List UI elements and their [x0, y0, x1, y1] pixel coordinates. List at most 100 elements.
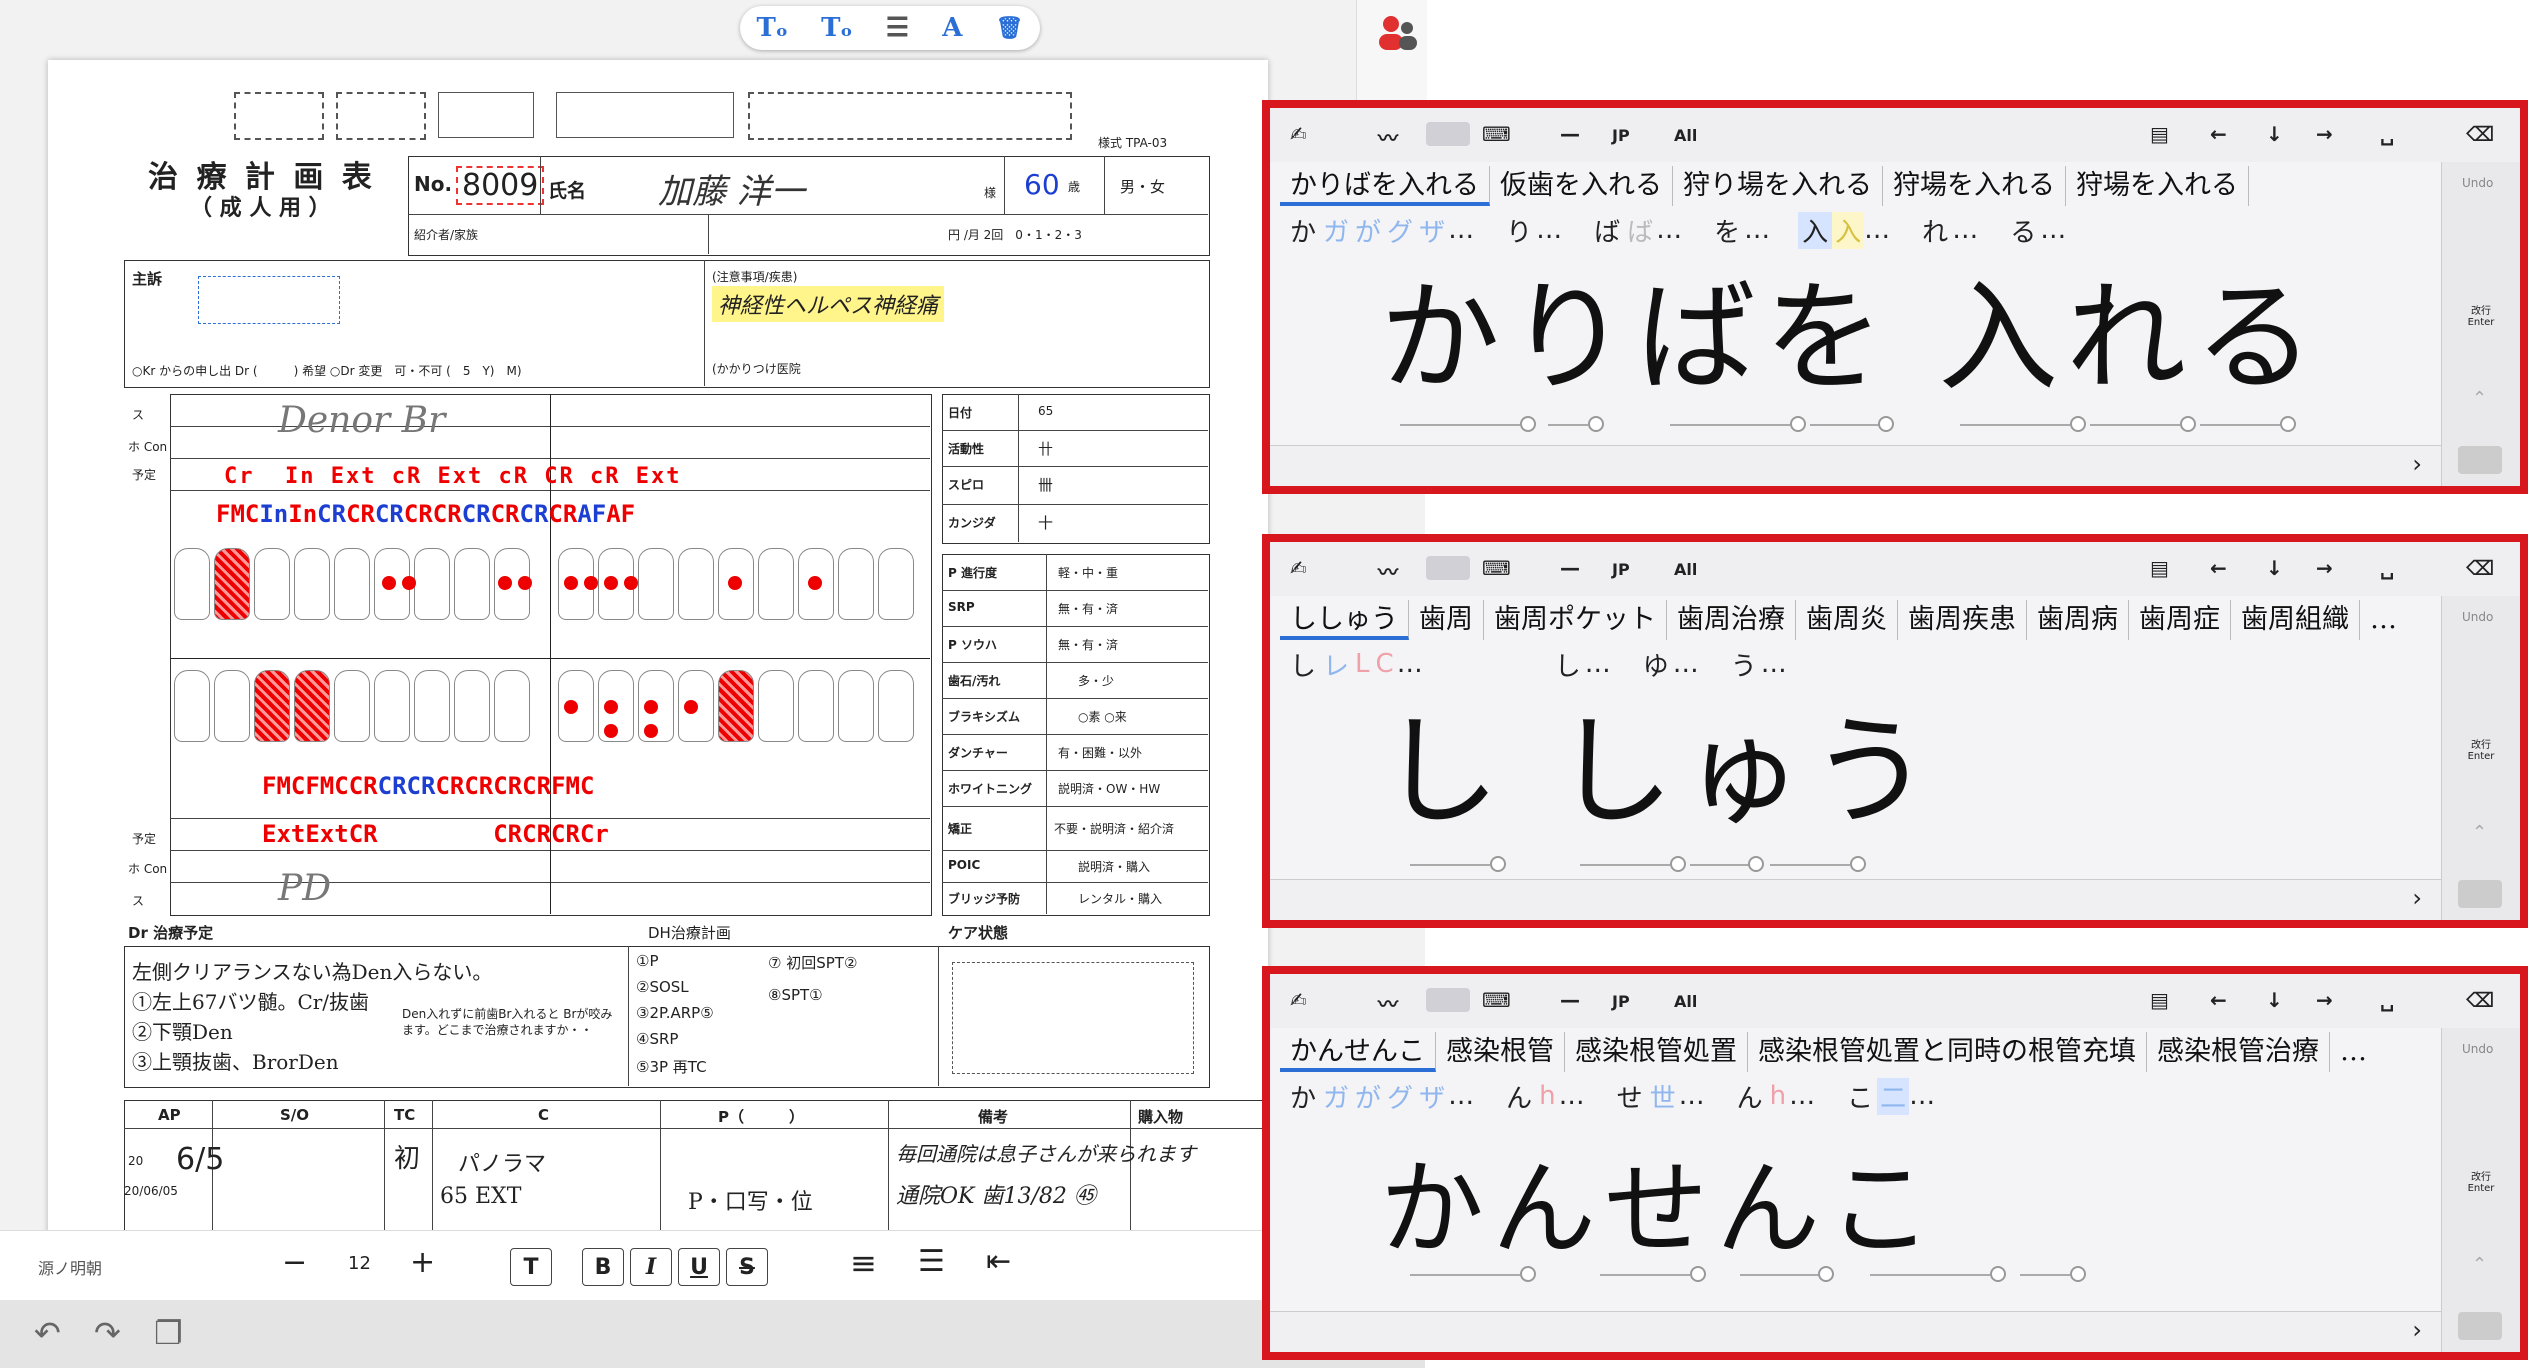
tooth[interactable] [294, 548, 330, 620]
tooth[interactable] [678, 548, 714, 620]
candidate[interactable]: 感染根管治療 [2147, 1032, 2330, 1072]
trash-icon[interactable]: 🗑 [995, 15, 1023, 41]
log-cell[interactable]: 初 [394, 1138, 420, 1175]
handwriting-mode-icon[interactable]: ✍ [1290, 556, 1307, 580]
redo-icon[interactable]: ↷ [94, 1314, 121, 1352]
char-option[interactable]: レ [1320, 646, 1352, 683]
patient-name[interactable]: 加藤 洋一 [658, 164, 805, 213]
plan-line[interactable]: ③上顎抜歯、BrorDen [132, 1046, 339, 1075]
space-icon[interactable]: ␣ [2380, 556, 2394, 580]
patient-number[interactable]: 8009 [456, 166, 545, 205]
font-size-decrease-button[interactable]: − [282, 1245, 307, 1280]
more-icon[interactable]: … [1789, 1081, 1815, 1111]
sex-select[interactable]: 男・女 [1120, 176, 1165, 197]
char-option[interactable]: 世 [1647, 1078, 1679, 1115]
tooth[interactable] [294, 670, 330, 742]
backspace-icon[interactable]: ⌫ [2466, 556, 2494, 580]
jp-toggle[interactable]: JP [1612, 560, 1630, 579]
candidate[interactable]: 狩り場を入れる [1673, 166, 1883, 206]
char-option[interactable]: ガ [1320, 1078, 1352, 1115]
tooth[interactable] [174, 548, 210, 620]
log-cell[interactable]: P・口写・位 [688, 1184, 813, 1216]
text-style-button[interactable]: T [510, 1248, 552, 1286]
stroke-mode-icon[interactable]: 〰 [1378, 122, 1398, 151]
arrow-right-icon[interactable]: → [2316, 122, 2333, 146]
tooth[interactable] [254, 548, 290, 620]
dh-item[interactable]: ⑦ 初回SPT② [768, 952, 857, 973]
char-option[interactable]: グ [1384, 1078, 1416, 1115]
candidate[interactable]: 歯周組織 [2231, 600, 2360, 640]
arrow-right-icon[interactable]: → [2316, 988, 2333, 1012]
dh-item[interactable]: ②SOSL [636, 978, 689, 996]
chevron-right-icon[interactable]: › [2412, 1316, 2422, 1344]
candidate[interactable]: 歯周症 [2129, 600, 2231, 640]
arrow-down-icon[interactable]: ↓ [2266, 988, 2283, 1012]
log-cell[interactable]: 毎回通院は息子さんが来られます [896, 1138, 1196, 1167]
log-cell[interactable]: 通院OK 歯13/82 ㊺ [896, 1178, 1096, 1210]
scroll-up-icon[interactable]: ⌃ [2472, 1254, 2487, 1275]
font-name[interactable]: 源ノ明朝 [38, 1255, 102, 1279]
space-icon[interactable]: ␣ [2380, 122, 2394, 146]
text-selection-box[interactable] [198, 276, 340, 324]
tooth[interactable] [254, 670, 290, 742]
italic-button[interactable]: I [630, 1248, 672, 1286]
undo-button[interactable]: Undo [2462, 176, 2493, 190]
char-option[interactable]: し [1286, 646, 1320, 683]
arrow-left-icon[interactable]: ← [2210, 556, 2227, 580]
dash-icon[interactable]: — [1560, 122, 1580, 146]
tooth[interactable] [454, 670, 490, 742]
ruler-icon[interactable]: ▤ [2150, 988, 2169, 1012]
char-option[interactable]: 二 [1877, 1077, 1910, 1115]
tooth[interactable] [494, 670, 530, 742]
arrow-left-icon[interactable]: ← [2210, 988, 2227, 1012]
tooth[interactable] [878, 548, 914, 620]
dash-icon[interactable]: — [1560, 556, 1580, 580]
scroll-up-icon[interactable]: ⌃ [2472, 822, 2487, 843]
log-cell[interactable]: 65 EXT [440, 1184, 521, 1209]
char-option[interactable]: h [1536, 1081, 1558, 1111]
char-option[interactable]: こ [1843, 1078, 1877, 1115]
char-option[interactable]: h [1767, 1081, 1789, 1111]
candidate[interactable]: ししゅう [1280, 600, 1409, 640]
candidate[interactable]: 感染根管処置 [1565, 1032, 1748, 1072]
candidate[interactable]: 感染根管処置と同時の根管充填 [1748, 1032, 2147, 1072]
tooth[interactable] [718, 670, 754, 742]
align-icon[interactable]: ≡ [850, 1244, 877, 1282]
char-option[interactable]: ザ [1416, 1078, 1448, 1115]
font-icon[interactable]: A [942, 13, 962, 43]
handwriting-mode-icon[interactable]: ✍ [1290, 988, 1307, 1012]
tooth[interactable] [758, 670, 794, 742]
enter-button[interactable]: 改行 Enter [2456, 1168, 2506, 1194]
tooth[interactable] [174, 670, 210, 742]
text-tool-alt-icon[interactable]: Tₒ [821, 13, 853, 43]
arrow-left-icon[interactable]: ← [2210, 122, 2227, 146]
dh-item[interactable]: ①P [636, 952, 659, 970]
text-tool-icon[interactable]: Tₒ [757, 13, 789, 43]
enter-button[interactable]: 改行 Enter [2456, 302, 2506, 328]
char-option[interactable]: ガ [1320, 212, 1352, 249]
enter-button[interactable]: 改行 Enter [2456, 736, 2506, 762]
care-box[interactable] [952, 962, 1194, 1074]
tooth[interactable] [214, 670, 250, 742]
patient-age[interactable]: 60 [1024, 168, 1060, 201]
chevron-right-icon[interactable]: › [2412, 884, 2422, 912]
candidate[interactable]: 歯周治療 [1667, 600, 1796, 640]
candidate[interactable]: 狩場を入れる [2066, 166, 2249, 206]
plan-line[interactable]: ②下顎Den [132, 1016, 233, 1045]
tooth[interactable] [334, 548, 370, 620]
log-cell[interactable]: パノラマ [458, 1146, 546, 1178]
char-option[interactable]: せ [1613, 1078, 1647, 1115]
scroll-up-icon[interactable]: ⌃ [2472, 388, 2487, 409]
tooth[interactable] [374, 670, 410, 742]
more-candidates-icon[interactable]: … [2360, 600, 2407, 640]
keyboard-icon[interactable]: ⌨ [1482, 122, 1511, 146]
indent-icon[interactable]: ⇤ [986, 1244, 1011, 1279]
collapse-button[interactable] [2458, 880, 2502, 908]
plan-line[interactable]: ①左上67バツ髄。Cr/抜歯 [132, 986, 369, 1015]
arrow-down-icon[interactable]: ↓ [2266, 556, 2283, 580]
keyboard-icon[interactable]: ⌨ [1482, 556, 1511, 580]
dh-item[interactable]: ③2P.ARP⑤ [636, 1004, 714, 1022]
stroke-mode-icon[interactable]: 〰 [1378, 556, 1398, 585]
chevron-right-icon[interactable]: › [2412, 450, 2422, 478]
tooth[interactable] [214, 548, 250, 620]
